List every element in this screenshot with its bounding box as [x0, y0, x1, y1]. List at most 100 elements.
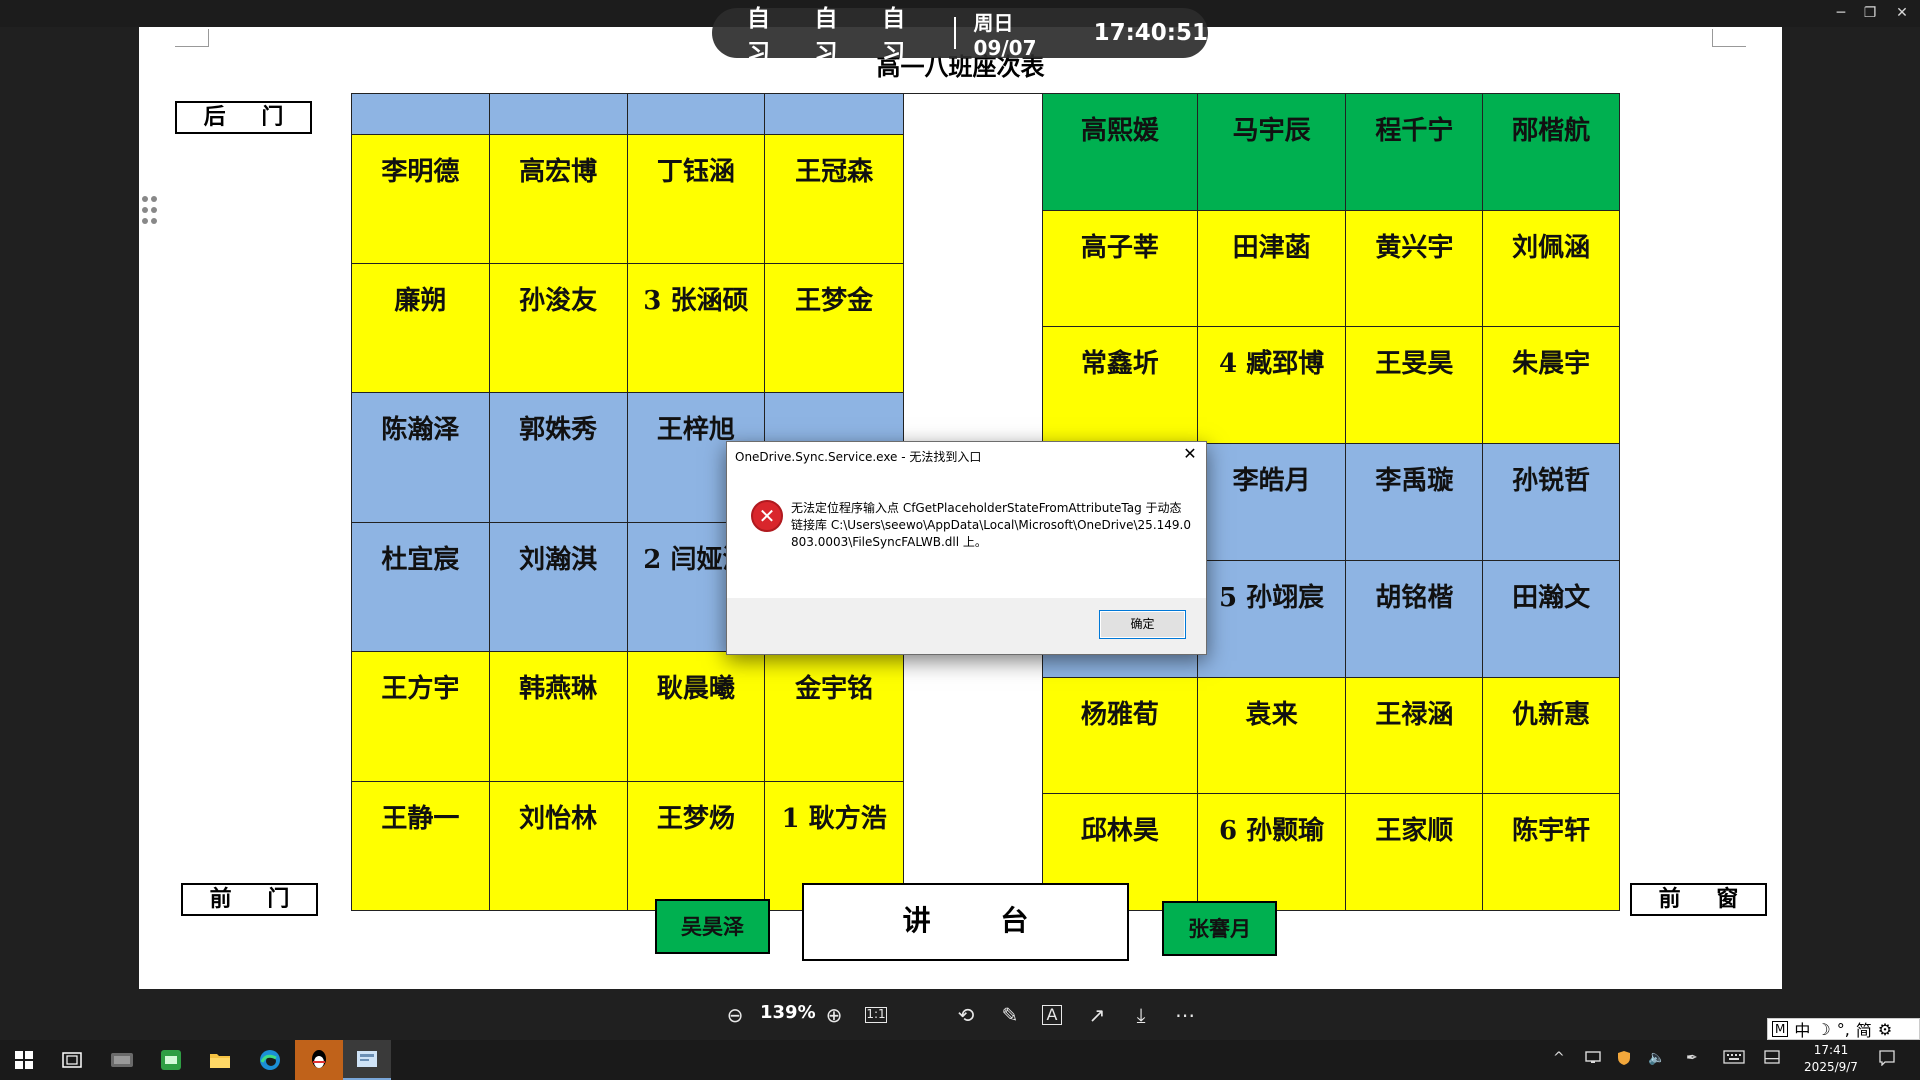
- restore-button[interactable]: ❐: [1858, 2, 1882, 24]
- edit-icon[interactable]: ✎: [998, 1003, 1022, 1027]
- security-shield-icon[interactable]: [1617, 1050, 1631, 1070]
- ime-simplified[interactable]: 简: [1856, 1017, 1872, 1041]
- network-icon[interactable]: [1585, 1050, 1601, 1068]
- seat-cell: [626, 93, 766, 135]
- seat-cell: 王家顺: [1345, 793, 1484, 911]
- edge-browser-icon[interactable]: [246, 1040, 294, 1080]
- seat-cell: 4 臧郅博: [1196, 326, 1347, 445]
- podium: 讲 台: [802, 883, 1129, 961]
- ime-punctuation[interactable]: °,: [1837, 1020, 1850, 1039]
- seat-cell: 胡铭楷: [1345, 559, 1484, 678]
- seat-row: 邱林昊 6 孙颢瑜 王家顺 陈宇轩: [1042, 793, 1620, 911]
- seat-row: 高子莘 田津菡 黄兴宇 刘佩涵: [1042, 209, 1620, 328]
- more-icon[interactable]: ⋯: [1173, 1003, 1197, 1027]
- whiteboard-app-icon[interactable]: [98, 1040, 146, 1080]
- seat-cell: 杜宜宸: [351, 521, 490, 653]
- seat-cell: 王静一: [351, 780, 490, 912]
- seat-cell: 孙浚友: [488, 263, 628, 394]
- seat-cell: 高宏博: [488, 133, 628, 265]
- taskbar-clock[interactable]: 17:41 2025/9/7: [1800, 1042, 1862, 1076]
- task-view-icon[interactable]: [48, 1040, 96, 1080]
- ime-language[interactable]: 中: [1794, 1017, 1810, 1041]
- zoom-in-icon[interactable]: ⊕: [822, 1003, 846, 1027]
- tray-overflow-icon[interactable]: ^: [1553, 1050, 1565, 1066]
- minimize-button[interactable]: ─: [1829, 2, 1853, 24]
- seat-cell: 袁来: [1196, 676, 1347, 795]
- rotate-icon[interactable]: ⟲: [954, 1003, 978, 1027]
- dialog-title: OneDrive.Sync.Service.exe - 无法找到入口: [735, 450, 982, 464]
- seat-cell: 高子莘: [1042, 209, 1198, 328]
- front-window-label: 前 窗: [1630, 883, 1767, 916]
- teacher-desk-right: 张謇月: [1162, 901, 1277, 956]
- taskbar: ^ 🔈 ✒ 17:41 2025/9/7: [0, 1040, 1920, 1080]
- start-icon[interactable]: [0, 1040, 48, 1080]
- seat-cell: 廉朔: [351, 263, 490, 394]
- zoom-level: 139%: [760, 1002, 816, 1023]
- schedule-widget: 自习 自习 自习 周日 09/07 17:40:51: [712, 6, 1209, 66]
- seat-cell: 程千宁: [1345, 93, 1484, 211]
- seat-cell: 杨雅荀: [1042, 676, 1198, 795]
- seat-row: [351, 93, 904, 135]
- seat-cell: 常鑫圻: [1042, 326, 1198, 445]
- seat-row: 杨雅荀 袁来 王禄涵 仇新惠: [1042, 676, 1620, 795]
- photo-viewer-icon[interactable]: [343, 1040, 391, 1080]
- ok-button[interactable]: 确定: [1099, 610, 1186, 639]
- schedule-time: 17:40:51: [1093, 20, 1209, 46]
- seat-cell: 高熙媛: [1042, 93, 1198, 211]
- seat-cell: 刘瀚淇: [488, 521, 628, 653]
- notification-icon[interactable]: [1879, 1050, 1895, 1070]
- pen-icon[interactable]: ✒: [1686, 1050, 1698, 1066]
- seat-cell: 王梦炀: [626, 780, 766, 912]
- error-dialog: OneDrive.Sync.Service.exe - 无法找到入口 ✕ ✕ 无…: [726, 441, 1207, 655]
- window-close-button[interactable]: ✕: [1890, 2, 1914, 24]
- ime-moon-icon[interactable]: ☽: [1816, 1020, 1830, 1039]
- display-icon[interactable]: [1764, 1050, 1780, 1068]
- ime-settings-icon[interactable]: ⚙: [1878, 1020, 1892, 1039]
- seat-cell: 李禹璇: [1345, 443, 1484, 561]
- ime-mode-icon[interactable]: M: [1772, 1021, 1789, 1037]
- file-explorer-icon[interactable]: [196, 1040, 244, 1080]
- seat-cell: 田津菡: [1196, 209, 1347, 328]
- image-viewer: ─ ❐ ✕ 高一八班座次表 后 门 前 门 前 窗 李明德 高宏博 丁钰涵 王冠森 廉朔…: [0, 0, 1920, 1040]
- qq-app-icon[interactable]: [295, 1040, 343, 1080]
- teacher-desk-left: 吴昊泽: [655, 899, 770, 954]
- seat-cell: 6 孙颢瑜: [1196, 793, 1347, 911]
- seat-cell: 田瀚文: [1482, 559, 1620, 678]
- seat-cell: 刘怡林: [488, 780, 628, 912]
- seat-cell: 朱晨宇: [1482, 326, 1620, 445]
- seat-cell: 刘佩涵: [1482, 209, 1620, 328]
- seat-cell: 陈瀚泽: [351, 392, 490, 523]
- dialog-close-icon[interactable]: ✕: [1180, 444, 1200, 464]
- seat-cell: [488, 93, 628, 135]
- seat-cell: 仇新惠: [1482, 676, 1620, 795]
- schedule-class: 自习: [747, 6, 770, 66]
- error-icon: ✕: [751, 500, 783, 532]
- seat-cell: 金宇铭: [764, 651, 904, 782]
- download-icon[interactable]: ⤓: [1129, 1003, 1153, 1027]
- ocr-icon[interactable]: A: [1042, 1005, 1062, 1025]
- schedule-divider: [953, 17, 956, 49]
- seat-cell: 郭姝秀: [488, 392, 628, 523]
- seat-cell: 陈宇轩: [1482, 793, 1620, 911]
- ime-toolbar[interactable]: M 中 ☽ °, 简 ⚙: [1767, 1018, 1920, 1040]
- share-icon[interactable]: ↗: [1085, 1003, 1109, 1027]
- zoom-out-icon[interactable]: ⊖: [723, 1003, 747, 1027]
- seat-cell: [764, 93, 904, 135]
- seat-row: 王方宇 韩燕琳 耿晨曦 金宇铭: [351, 651, 904, 782]
- clock-date: 2025/9/7: [1804, 1060, 1858, 1074]
- drag-handle-icon[interactable]: [140, 196, 160, 228]
- dialog-message: 无法定位程序输入点 CfGetPlaceholderStateFromAttri…: [791, 501, 1191, 549]
- actual-size-icon[interactable]: 1:1: [865, 1007, 887, 1023]
- volume-icon[interactable]: 🔈: [1648, 1050, 1665, 1066]
- seat-cell: 王方宇: [351, 651, 490, 782]
- seat-cell: 5 孙翊宸: [1196, 559, 1347, 678]
- keyboard-icon[interactable]: [1723, 1050, 1745, 1068]
- seat-cell: 马宇辰: [1196, 93, 1347, 211]
- easinote-app-icon[interactable]: [147, 1040, 195, 1080]
- corner-mark: [175, 29, 209, 47]
- seat-cell: 黄兴宇: [1345, 209, 1484, 328]
- seat-cell: 李明德: [351, 133, 490, 265]
- seat-row: 常鑫圻 4 臧郅博 王旻昊 朱晨宇: [1042, 326, 1620, 445]
- clock-time: 17:41: [1813, 1043, 1849, 1057]
- seat-row: 廉朔 孙浚友 3 张涵硕 王梦金: [351, 263, 904, 394]
